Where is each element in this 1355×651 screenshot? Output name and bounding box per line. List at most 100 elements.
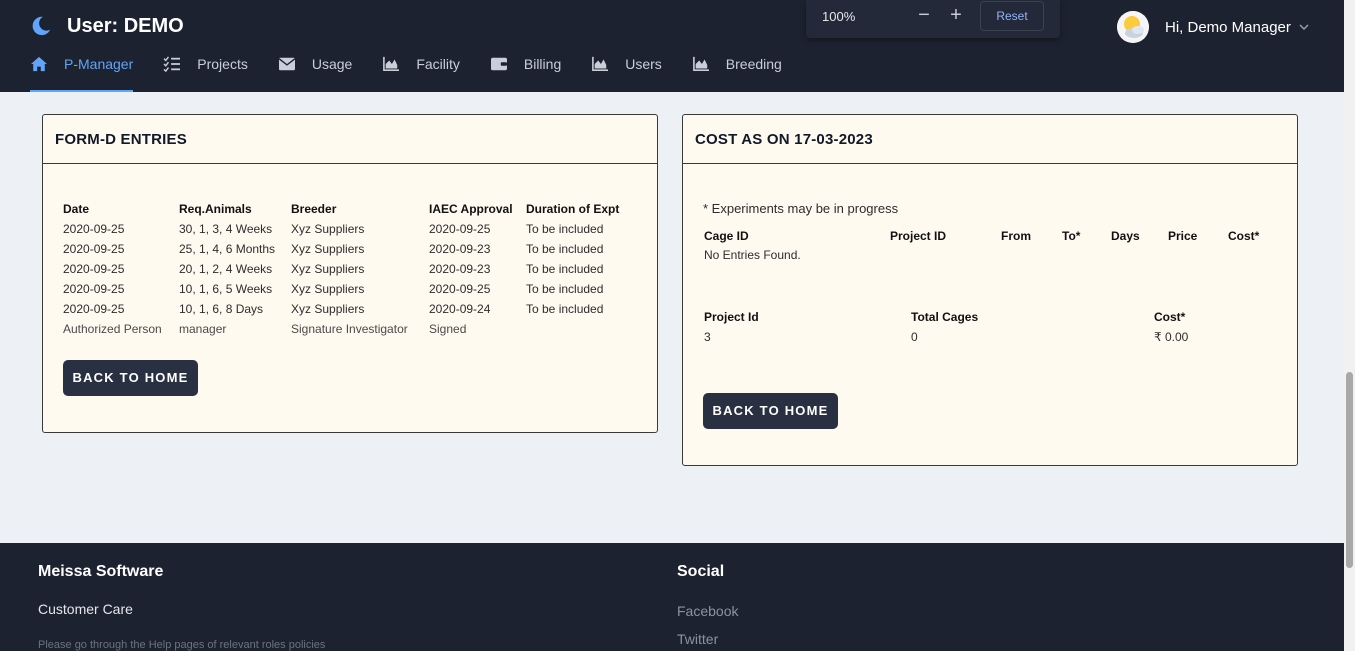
table-cell: 2020-09-23 <box>429 242 491 256</box>
column-header: Date <box>63 202 90 216</box>
zoom-in-button[interactable]: + <box>944 4 968 28</box>
table-cell: 2020-09-25 <box>63 222 125 236</box>
zoom-control: 100% − + Reset <box>806 0 1060 38</box>
table-row: 2020-09-25 10, 1, 6, 8 Days Xyz Supplier… <box>63 299 636 319</box>
form-d-table: Date Req.Animals Breeder IAEC Approval D… <box>63 199 636 339</box>
table-cell: To be included <box>526 222 604 236</box>
empty-message: No Entries Found. <box>704 248 801 262</box>
table-cell: 20, 1, 2, 4 Weeks <box>179 262 273 276</box>
table-cell: 2020-09-25 <box>429 222 491 236</box>
brand: User: DEMO <box>30 14 184 38</box>
area-chart-icon <box>383 56 400 72</box>
nav-label: Facility <box>416 56 460 72</box>
nav-label: Billing <box>523 56 562 72</box>
user-greeting: Hi, Demo Manager <box>1165 18 1291 36</box>
column-header: Total Cages <box>911 310 979 324</box>
help-text: Please go through the Help pages of rele… <box>38 639 326 651</box>
area-chart-icon <box>692 56 709 72</box>
cost-card: COST AS ON 17-03-2023 * Experiments may … <box>682 114 1298 466</box>
nav-label: Users <box>625 56 662 72</box>
table-cell: 10, 1, 6, 8 Days <box>179 302 264 316</box>
table-cell: To be included <box>526 262 604 276</box>
table-cell: Signature Investigator <box>291 322 408 336</box>
main-nav: P-Manager Projects Usage Facility Billin… <box>30 52 812 92</box>
nav-item-p-manager[interactable]: P-Manager <box>30 52 134 92</box>
table-cell: Xyz Suppliers <box>291 302 365 316</box>
table-header-row: Date Req.Animals Breeder IAEC Approval D… <box>63 199 636 219</box>
area-chart-icon <box>592 56 609 72</box>
progress-note: * Experiments may be in progress <box>703 201 899 216</box>
table-cell: To be included <box>526 302 604 316</box>
nav-item-users[interactable]: Users <box>591 52 662 92</box>
table-cell: 2020-09-25 <box>63 302 125 316</box>
table-header-row: Project Id Total Cages Cost* <box>704 307 1234 327</box>
table-row: 2020-09-25 25, 1, 4, 6 Months Xyz Suppli… <box>63 239 636 259</box>
table-row: 2020-09-25 10, 1, 6, 5 Weeks Xyz Supplie… <box>63 279 636 299</box>
table-cell: manager <box>179 322 227 336</box>
column-header: Project Id <box>704 310 759 324</box>
chevron-down-icon <box>1299 24 1309 30</box>
table-cell: 30, 1, 3, 4 Weeks <box>179 222 273 236</box>
column-header: To* <box>1062 229 1081 243</box>
zoom-reset-button[interactable]: Reset <box>980 1 1044 31</box>
facebook-link[interactable]: Facebook <box>677 603 738 619</box>
column-header: Duration of Expt <box>526 202 620 216</box>
column-header: Cost* <box>1154 310 1186 324</box>
table-cell: 2020-09-25 <box>63 262 125 276</box>
nav-item-breeding[interactable]: Breeding <box>692 52 782 92</box>
nav-label: P-Manager <box>64 56 134 72</box>
social-heading: Social <box>677 563 725 580</box>
user-menu[interactable]: Hi, Demo Manager <box>1117 11 1309 43</box>
back-to-home-button[interactable]: BACK TO HOME <box>63 360 198 396</box>
table-cell: 0 <box>911 330 918 344</box>
nav-item-projects[interactable]: Projects <box>163 52 248 92</box>
table-cell: ₹ 0.00 <box>1154 330 1189 344</box>
table-row: No Entries Found. <box>704 245 1259 265</box>
twitter-link[interactable]: Twitter <box>677 631 738 647</box>
nav-item-billing[interactable]: Billing <box>490 52 561 92</box>
home-icon <box>31 56 47 72</box>
moon-icon[interactable] <box>30 14 52 38</box>
table-cell: Xyz Suppliers <box>291 262 365 276</box>
table-row: 2020-09-25 20, 1, 2, 4 Weeks Xyz Supplie… <box>63 259 636 279</box>
footer-social-column: Social Facebook Twitter <box>677 563 738 647</box>
table-row: 3 0 ₹ 0.00 <box>704 327 1234 347</box>
table-cell: Authorized Person <box>63 322 162 336</box>
project-summary-table: Project Id Total Cages Cost* 3 0 ₹ 0.00 <box>704 307 1234 347</box>
column-header: Breeder <box>291 202 337 216</box>
form-d-title: FORM-D ENTRIES <box>43 115 657 164</box>
envelope-icon <box>278 57 296 71</box>
scrollbar-thumb[interactable] <box>1346 372 1353 568</box>
nav-item-facility[interactable]: Facility <box>382 52 460 92</box>
back-to-home-button[interactable]: BACK TO HOME <box>703 393 838 429</box>
authorization-row: Authorized Person manager Signature Inve… <box>63 319 636 339</box>
zoom-out-button[interactable]: − <box>912 4 936 28</box>
table-cell: 2020-09-23 <box>429 262 491 276</box>
table-cell: 2020-09-25 <box>429 282 491 296</box>
table-cell: 2020-09-25 <box>63 242 125 256</box>
column-header: Days <box>1111 229 1140 243</box>
nav-item-usage[interactable]: Usage <box>278 52 352 92</box>
wallet-icon <box>490 57 507 71</box>
column-header: Cost* <box>1228 229 1260 243</box>
page-title: User: DEMO <box>67 14 184 37</box>
column-header: Price <box>1168 229 1198 243</box>
table-cell: Xyz Suppliers <box>291 242 365 256</box>
nav-label: Projects <box>197 56 248 72</box>
table-cell: 25, 1, 4, 6 Months <box>179 242 276 256</box>
form-d-card: FORM-D ENTRIES Date Req.Animals Breeder … <box>42 114 658 433</box>
checklist-icon <box>163 56 181 72</box>
table-cell: Xyz Suppliers <box>291 282 365 296</box>
weather-avatar-icon <box>1117 11 1149 43</box>
footer-company-column: Meissa Software Customer Care Please go … <box>38 563 325 651</box>
table-cell: To be included <box>526 242 604 256</box>
footer-company-name: Meissa Software <box>38 563 164 580</box>
page-scrollbar[interactable] <box>1344 0 1355 651</box>
table-cell: 10, 1, 6, 5 Weeks <box>179 282 273 296</box>
column-header: Req.Animals <box>179 202 252 216</box>
zoom-level: 100% <box>822 9 856 24</box>
nav-label: Breeding <box>725 56 782 72</box>
table-cell: 2020-09-24 <box>429 302 491 316</box>
footer: Meissa Software Customer Care Please go … <box>0 543 1344 651</box>
table-cell: Xyz Suppliers <box>291 222 365 236</box>
